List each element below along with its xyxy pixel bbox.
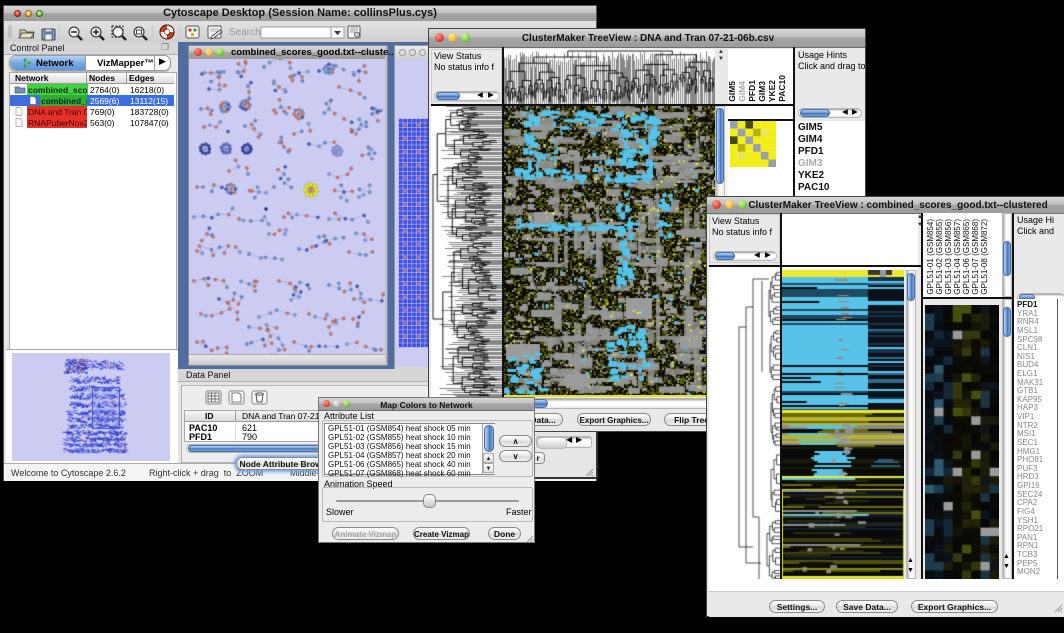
svg-text:Search:: Search: — [229, 27, 263, 38]
